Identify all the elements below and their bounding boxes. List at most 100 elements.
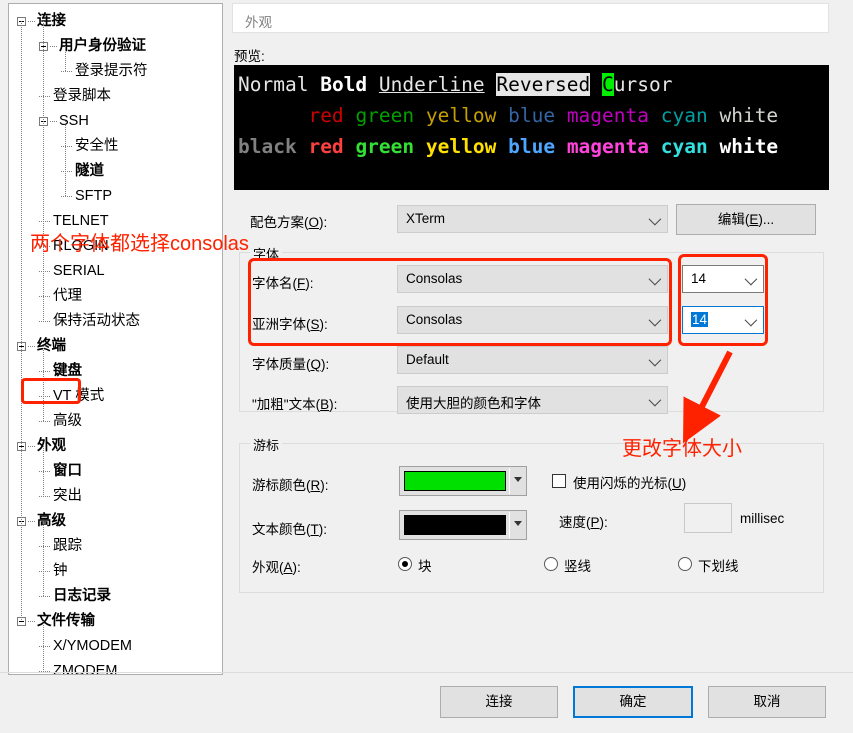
blink-speed-unit: millisec <box>740 511 785 526</box>
tree-item-5[interactable]: SSH <box>9 109 222 134</box>
preview-color-red: red <box>308 104 344 127</box>
tree-item-23[interactable]: 钟 <box>9 559 222 584</box>
bold-text-dropdown[interactable]: 使用大胆的颜色和字体 <box>397 386 668 414</box>
tree-item-19[interactable]: 窗口 <box>9 459 222 484</box>
font-quality-value: Default <box>406 352 449 367</box>
tree-item-20[interactable]: 突出 <box>9 484 222 509</box>
radio-label: 下划线 <box>698 559 739 574</box>
bold-text-label: "加粗"文本(B): <box>252 397 338 412</box>
tree-connector <box>39 596 51 597</box>
ok-button[interactable]: 确定 <box>573 686 693 718</box>
divider <box>509 468 510 494</box>
tree-connector <box>39 371 51 372</box>
radio-indicator <box>544 557 558 571</box>
tree-item-10[interactable]: RLOGIN <box>9 234 222 259</box>
tree-item-1[interactable]: 连接 <box>9 9 222 34</box>
color-scheme-label: 配色方案(O): <box>250 215 328 230</box>
tree-item-label: 日志记录 <box>53 588 111 604</box>
preview-color-green: green <box>355 135 415 158</box>
cancel-button[interactable]: 取消 <box>708 686 826 718</box>
tree-item-label: 突出 <box>53 488 82 504</box>
preview-spacer <box>555 104 567 127</box>
blink-speed-input[interactable] <box>684 503 732 533</box>
font-name-label: 字体名(F): <box>252 276 314 291</box>
tree-guide-line <box>43 621 44 671</box>
tree-connector <box>39 221 51 222</box>
tree-connector <box>28 21 35 22</box>
tree-connector <box>39 421 51 422</box>
color-scheme-value: XTerm <box>406 211 446 226</box>
preview-segment-7: Reversed <box>496 73 591 96</box>
tree-item-label: RLOGIN <box>53 238 109 254</box>
tree-item-15[interactable]: 键盘 <box>9 359 222 384</box>
tree-guide-line <box>43 446 44 496</box>
tree-item-8[interactable]: SFTP <box>9 184 222 209</box>
preview-segment-6 <box>485 73 497 96</box>
tree-connector <box>28 621 35 622</box>
tree-item-4[interactable]: 登录脚本 <box>9 84 222 109</box>
tree-item-22[interactable]: 跟踪 <box>9 534 222 559</box>
tree-item-label: 跟踪 <box>53 538 82 554</box>
blink-speed-label: 速度(P): <box>559 515 608 530</box>
asian-font-size-dropdown[interactable]: 14 <box>682 306 764 334</box>
tree-item-14[interactable]: 终端 <box>9 334 222 359</box>
preview-spacer <box>414 104 426 127</box>
preview-row-normal-colors: red green yellow blue magenta cyan white <box>238 100 778 131</box>
chevron-down-icon <box>648 353 662 367</box>
tree-connector <box>50 46 57 47</box>
preview-spacer <box>555 135 567 158</box>
settings-category-tree[interactable]: 连接用户身份验证 登录提示符 登录脚本 SSH 安全性 隧道 SFTP TELNET RLOGI… <box>8 3 223 675</box>
tree-item-label: 连接 <box>37 13 66 29</box>
connect-button[interactable]: 连接 <box>440 686 558 718</box>
tree-item-21[interactable]: 高级 <box>9 509 222 534</box>
radio-indicator <box>398 557 412 571</box>
color-scheme-dropdown[interactable]: XTerm <box>397 205 668 233</box>
tree-item-25[interactable]: 文件传输 <box>9 609 222 634</box>
tree-connector <box>61 171 73 172</box>
cursor-color-picker[interactable] <box>399 466 527 496</box>
page-header: 外观 <box>232 3 829 33</box>
chevron-down-icon <box>744 313 758 327</box>
preview-spacer <box>649 135 661 158</box>
tree-item-11[interactable]: SERIAL <box>9 259 222 284</box>
tree-item-18[interactable]: 外观 <box>9 434 222 459</box>
tree-item-17[interactable]: 高级 <box>9 409 222 434</box>
tree-item-26[interactable]: X/YMODEM <box>9 634 222 659</box>
text-color-swatch <box>404 515 506 535</box>
font-quality-label: 字体质量(Q): <box>252 357 330 372</box>
tree-item-12[interactable]: 代理 <box>9 284 222 309</box>
tree-item-7[interactable]: 隧道 <box>9 159 222 184</box>
tree-item-13[interactable]: 保持活动状态 <box>9 309 222 334</box>
preview-segment-5: Underline <box>378 73 485 96</box>
tree-item-label: 保持活动状态 <box>53 313 140 329</box>
font-name-dropdown[interactable]: Consolas <box>397 265 668 293</box>
preview-color-yellow: yellow <box>425 104 497 127</box>
tree-item-label: SERIAL <box>53 263 105 279</box>
preview-color-magenta: magenta <box>566 104 649 127</box>
tree-guide-line <box>43 521 44 596</box>
tree-item-3[interactable]: 登录提示符 <box>9 59 222 84</box>
asian-font-dropdown[interactable]: Consolas <box>397 306 668 334</box>
asian-font-value: Consolas <box>406 312 463 327</box>
edit-scheme-button[interactable]: 编辑(E)... <box>676 204 816 235</box>
chevron-down-icon <box>648 272 662 286</box>
tree-item-9[interactable]: TELNET <box>9 209 222 234</box>
tree-item-label: X/YMODEM <box>53 638 132 654</box>
text-color-picker[interactable] <box>399 510 527 540</box>
font-quality-dropdown[interactable]: Default <box>397 346 668 374</box>
cursor-color-swatch <box>404 471 506 491</box>
bold-text-value: 使用大胆的颜色和字体 <box>406 396 541 411</box>
tree-guide-line <box>43 21 44 321</box>
tree-item-6[interactable]: 安全性 <box>9 134 222 159</box>
tree-item-label: TELNET <box>53 213 109 229</box>
tree-item-16[interactable]: VT 模式 <box>9 384 222 409</box>
tree-item-label: 键盘 <box>53 363 82 379</box>
checkbox-indicator <box>552 474 566 488</box>
tree-item-2[interactable]: 用户身份验证 <box>9 34 222 59</box>
font-size-dropdown[interactable]: 14 <box>682 265 764 293</box>
tree-item-24[interactable]: 日志记录 <box>9 584 222 609</box>
tree-connector <box>61 71 73 72</box>
preview-segment-3: Bold <box>320 73 368 96</box>
preview-color-black: black <box>238 135 297 158</box>
preview-spacer <box>708 104 720 127</box>
